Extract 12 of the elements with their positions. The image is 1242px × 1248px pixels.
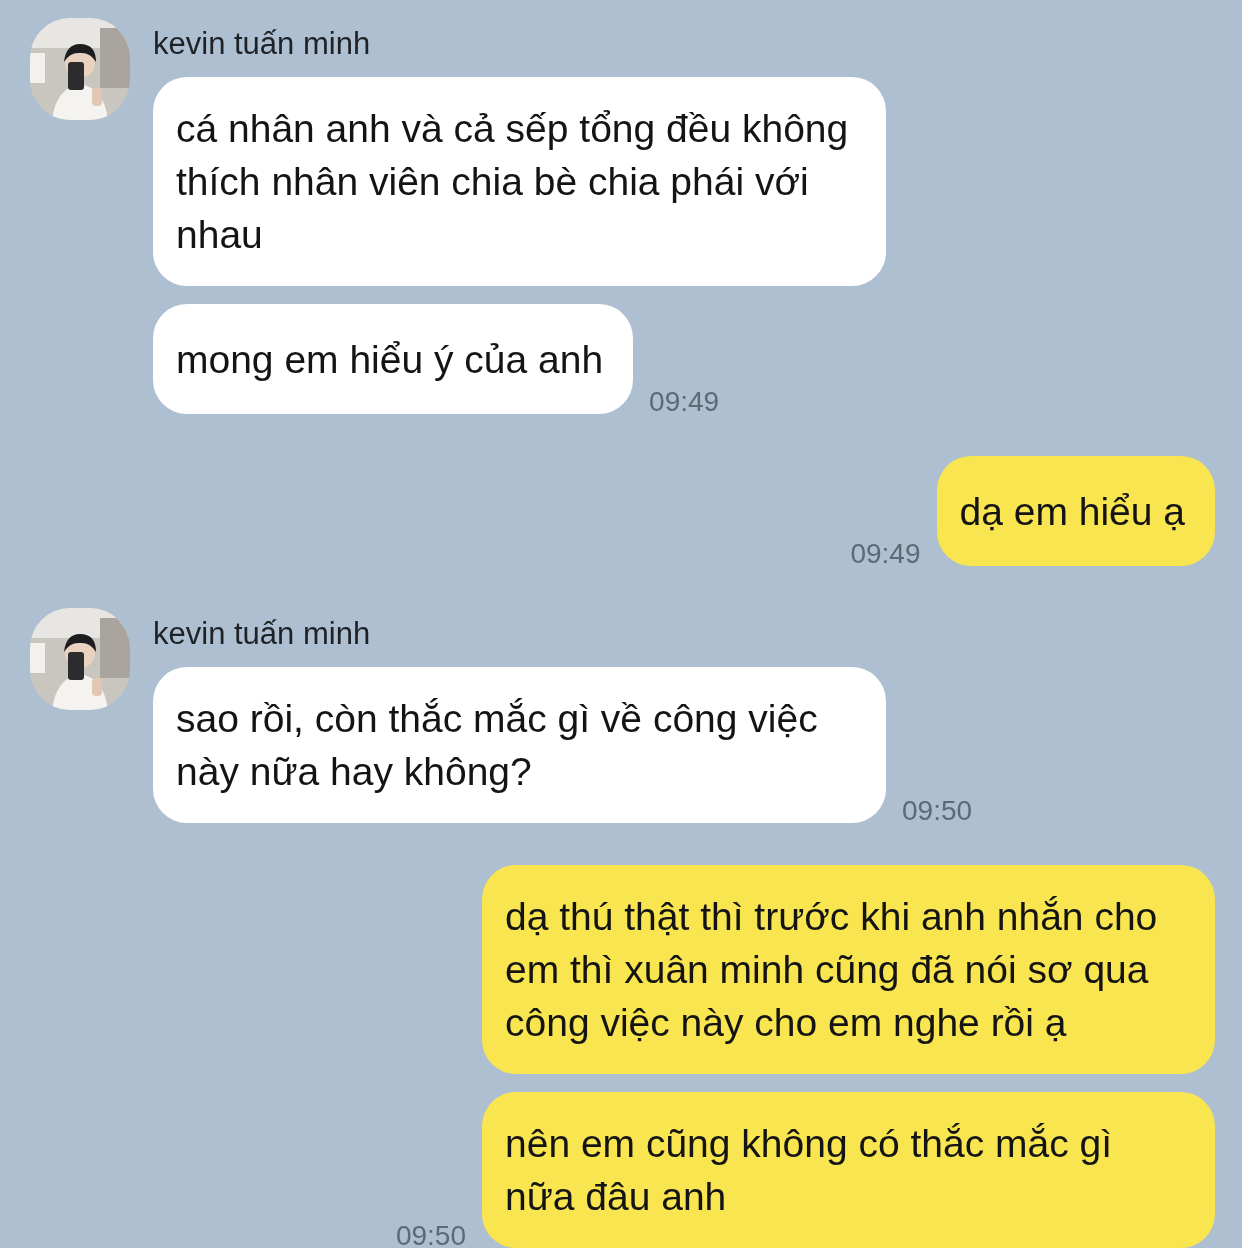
timestamp: 09:50 — [395, 1220, 466, 1248]
sender-name: kevin tuấn minh — [153, 26, 372, 62]
message-bubble: dạ em hiểu ạ — [936, 456, 1215, 566]
message-bubble: cá nhân anh và cả sếp tổng đều không thích nhân viên chia bè chia phái với nhau — [153, 77, 886, 286]
timestamp: 09:50 — [902, 795, 973, 827]
timestamp: 09:49 — [649, 386, 720, 418]
message-bubble: dạ thú thật thì trước khi anh nhắn cho em thì xuân minh cũng đã nói sơ qua công việc này cho em nghe rồi ạ — [482, 865, 1215, 1074]
message-bubble: mong em hiểu ý của anh — [153, 304, 634, 414]
message-bubble: sao rồi, còn thắc mắc gì về công việc này nữa hay không? — [153, 667, 886, 823]
sender-name: kevin tuấn minh — [153, 616, 372, 652]
message-bubble: nên em cũng không có thắc mắc gì nữa đâu anh — [482, 1092, 1215, 1248]
timestamp: 09:49 — [850, 538, 921, 570]
